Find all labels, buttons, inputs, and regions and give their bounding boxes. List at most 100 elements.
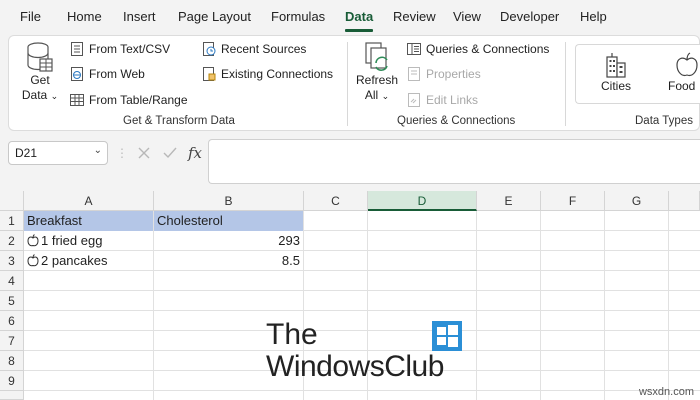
formula-buttons: ⋮ fx	[116, 141, 204, 165]
get-data-button[interactable]: Get Data ⌄	[17, 41, 63, 104]
ribbon: Get Data ⌄ From Text/CSV From Web From T…	[8, 35, 700, 131]
existing-connections-button[interactable]: Existing Connections	[201, 64, 333, 84]
tab-view[interactable]: View	[453, 9, 481, 24]
properties-label: Properties	[426, 67, 481, 81]
row-header-8[interactable]: 8	[0, 351, 24, 371]
tab-review[interactable]: Review	[393, 9, 436, 24]
from-text-csv-label: From Text/CSV	[89, 42, 171, 56]
group-label-data-types: Data Types	[635, 115, 693, 127]
column-header-b[interactable]: B	[154, 191, 304, 211]
from-web-button[interactable]: From Web	[69, 64, 145, 84]
group-separator	[347, 42, 348, 126]
column-header-c[interactable]: C	[304, 191, 368, 211]
queries-pane-icon	[406, 41, 422, 57]
food-data-type-icon[interactable]	[27, 234, 39, 247]
food-label: Food	[668, 79, 696, 93]
recent-sources-button[interactable]: Recent Sources	[201, 39, 306, 59]
group-separator	[565, 42, 566, 126]
tab-developer[interactable]: Developer	[500, 9, 559, 24]
properties-button[interactable]: Properties	[406, 64, 481, 84]
cell-b3[interactable]: 8.5	[154, 251, 303, 271]
name-box-value: D21	[15, 146, 38, 160]
refresh-all-button[interactable]: Refresh All ⌄	[353, 41, 401, 104]
row-header-6[interactable]: 6	[0, 311, 24, 331]
data-types-gallery: Cities Food	[575, 44, 700, 104]
watermark-line-1: The	[266, 318, 318, 351]
column-header-e[interactable]: E	[477, 191, 541, 211]
name-box[interactable]: D21 ⌄	[8, 141, 108, 165]
edit-links-icon	[406, 92, 422, 108]
gridline	[24, 310, 700, 311]
database-icon	[27, 42, 53, 72]
cell-a1[interactable]: Breakfast	[24, 211, 153, 231]
formula-input[interactable]	[208, 139, 700, 184]
existing-connections-label: Existing Connections	[221, 67, 334, 81]
cell-b1[interactable]: Cholesterol	[154, 211, 303, 231]
column-header-a[interactable]: A	[24, 191, 154, 211]
tab-file[interactable]: File	[20, 9, 41, 24]
properties-icon	[406, 66, 422, 82]
chevron-down-icon: ⌄	[381, 91, 390, 101]
queries-connections-label: Queries & Connections	[426, 42, 550, 56]
refresh-label-1: Refresh	[355, 73, 399, 87]
column-header-f[interactable]: F	[541, 191, 605, 211]
gridline	[604, 211, 605, 400]
cancel-icon[interactable]	[136, 145, 152, 161]
refresh-label-2: All ⌄	[364, 88, 390, 102]
row-header-7[interactable]: 7	[0, 331, 24, 351]
cities-button[interactable]: Cities	[586, 51, 646, 94]
cell-a3[interactable]: 2 pancakes	[24, 251, 153, 271]
insert-function-button[interactable]: fx	[188, 144, 202, 162]
menu-bar: File Home Insert Page Layout Formulas Da…	[0, 0, 700, 34]
tab-data[interactable]: Data	[345, 9, 373, 24]
cell-a2-text: 1 fried egg	[41, 233, 103, 248]
select-all-corner[interactable]	[0, 191, 24, 211]
gridline	[24, 390, 700, 391]
more-options-icon: ⋮	[116, 146, 128, 160]
tab-page-layout[interactable]: Page Layout	[178, 9, 251, 24]
cities-label: Cities	[600, 79, 631, 93]
row-header-10[interactable]	[0, 391, 24, 400]
column-header-h[interactable]	[669, 191, 700, 211]
tab-insert[interactable]: Insert	[123, 9, 156, 24]
row-header-5[interactable]: 5	[0, 291, 24, 311]
edit-links-label: Edit Links	[426, 93, 479, 107]
food-data-type-icon[interactable]	[27, 254, 39, 267]
row-header-1[interactable]: 1	[0, 211, 24, 231]
tab-help[interactable]: Help	[580, 9, 607, 24]
column-header-d[interactable]: D	[368, 191, 477, 211]
tab-formulas[interactable]: Formulas	[271, 9, 325, 24]
connection-file-icon	[201, 66, 217, 82]
column-header-g[interactable]: G	[605, 191, 669, 211]
text-file-icon	[69, 41, 85, 57]
get-data-label-1: Get	[30, 73, 50, 87]
cell-b2[interactable]: 293	[154, 231, 303, 251]
from-text-csv-button[interactable]: From Text/CSV	[69, 39, 170, 59]
cell-a2[interactable]: 1 fried egg	[24, 231, 153, 251]
from-web-label: From Web	[89, 67, 145, 81]
row-header-3[interactable]: 3	[0, 251, 24, 271]
enter-check-icon[interactable]	[162, 145, 178, 161]
city-buildings-icon	[606, 53, 626, 78]
tab-home[interactable]: Home	[67, 9, 102, 24]
chevron-down-icon[interactable]: ⌄	[94, 145, 102, 156]
row-header-9[interactable]: 9	[0, 371, 24, 391]
apple-icon	[676, 52, 698, 77]
windows-logo-icon	[432, 321, 462, 351]
table-icon	[69, 92, 85, 108]
row-header-4[interactable]: 4	[0, 271, 24, 291]
from-table-range-label: From Table/Range	[89, 93, 188, 107]
cell-a3-text: 2 pancakes	[41, 253, 108, 268]
site-watermark: wsxdn.com	[638, 386, 694, 398]
clock-file-icon	[201, 41, 217, 57]
refresh-icon	[365, 42, 388, 71]
queries-connections-button[interactable]: Queries & Connections	[406, 39, 549, 59]
watermark-logo: The WindowsClub	[266, 318, 476, 388]
food-button[interactable]: Food	[668, 51, 700, 94]
active-tab-indicator	[345, 29, 373, 32]
edit-links-button[interactable]: Edit Links	[406, 90, 478, 110]
group-label-get-transform: Get & Transform Data	[123, 115, 235, 127]
row-header-2[interactable]: 2	[0, 231, 24, 251]
web-page-icon	[69, 66, 85, 82]
from-table-range-button[interactable]: From Table/Range	[69, 90, 188, 110]
